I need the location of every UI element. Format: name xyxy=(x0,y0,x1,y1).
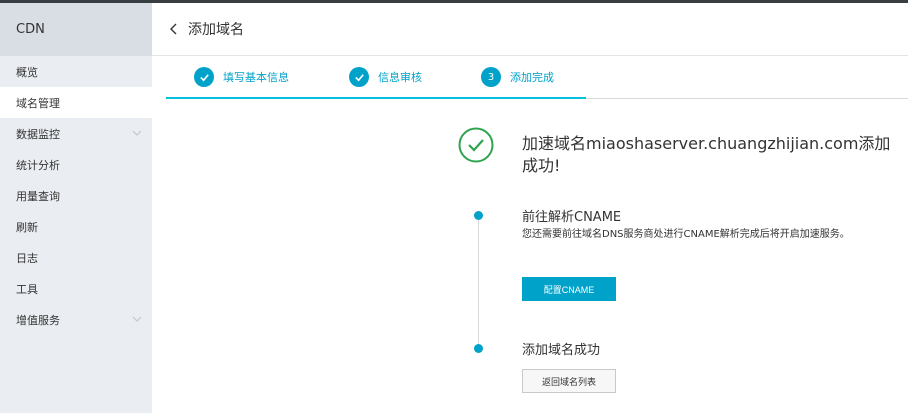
sidebar-item-statistics[interactable]: 统计分析 xyxy=(0,149,152,180)
back-to-domain-list-button[interactable]: 返回域名列表 xyxy=(522,369,616,393)
cname-step-description: 您还需要前往域名DNS服务商处进行CNAME解析完成后将开启加速服务。 xyxy=(522,229,850,240)
timeline-line xyxy=(478,215,479,347)
timeline-dot xyxy=(474,344,483,353)
sidebar-item-label: 概览 xyxy=(16,65,38,79)
sidebar-item-label: 日志 xyxy=(16,251,38,265)
page-header: 添加域名 xyxy=(152,3,908,56)
sidebar-title: CDN xyxy=(0,3,152,56)
sidebar-item-domain-management[interactable]: 域名管理 xyxy=(0,87,152,118)
sidebar-item-label: 统计分析 xyxy=(16,158,60,172)
sidebar-item-usage-query[interactable]: 用量查询 xyxy=(0,180,152,211)
success-title: 加速域名miaoshaserver.chuangzhijian.com添加成功! xyxy=(522,134,891,175)
chevron-down-icon xyxy=(132,130,142,136)
sidebar-item-label: 刷新 xyxy=(16,220,38,234)
step-label: 添加完成 xyxy=(510,71,554,84)
sidebar-item-label: 用量查询 xyxy=(16,189,60,203)
back-arrow-icon[interactable] xyxy=(168,22,180,36)
sidebar-item-label: 工具 xyxy=(16,282,38,296)
add-success-title: 添加域名成功 xyxy=(522,343,601,358)
step-indicator: 填写基本信息 信息审核 3 添加完成 xyxy=(152,56,908,99)
main-content: 添加域名 填写基本信息 信息审核 3 添加完成 加速域名miaoshaserve… xyxy=(152,3,908,413)
sidebar-item-refresh[interactable]: 刷新 xyxy=(0,211,152,242)
sidebar-item-overview[interactable]: 概览 xyxy=(0,56,152,87)
cname-step-title: 前往解析CNAME xyxy=(522,210,622,225)
sidebar-menu: 概览 域名管理 数据监控 统计分析 用量查询 刷新 日志 工具 增值服务 xyxy=(0,56,152,335)
step-label: 填写基本信息 xyxy=(223,71,289,84)
timeline-dot xyxy=(474,211,483,220)
steps-progress-line xyxy=(166,97,586,99)
sidebar-item-label: 增值服务 xyxy=(16,313,60,327)
step-review: 信息审核 xyxy=(349,67,422,87)
step-label: 信息审核 xyxy=(378,71,422,84)
page-title: 添加域名 xyxy=(188,22,244,38)
configure-cname-button[interactable]: 配置CNAME xyxy=(522,277,616,301)
sidebar-item-label: 域名管理 xyxy=(16,96,60,110)
sidebar-item-data-monitoring[interactable]: 数据监控 xyxy=(0,118,152,149)
check-icon xyxy=(349,67,369,87)
sidebar-item-logs[interactable]: 日志 xyxy=(0,242,152,273)
sidebar-item-label: 数据监控 xyxy=(16,127,60,141)
check-icon xyxy=(194,67,214,87)
step-complete: 3 添加完成 xyxy=(481,67,554,87)
sidebar-item-tools[interactable]: 工具 xyxy=(0,273,152,304)
step-number: 3 xyxy=(481,67,501,87)
sidebar-item-value-added-services[interactable]: 增值服务 xyxy=(0,304,152,335)
chevron-down-icon xyxy=(132,316,142,322)
sidebar: CDN 概览 域名管理 数据监控 统计分析 用量查询 刷新 日志 工具 增值服务 xyxy=(0,3,152,413)
success-check-circle-icon xyxy=(458,127,494,163)
step-basic-info: 填写基本信息 xyxy=(194,67,289,87)
